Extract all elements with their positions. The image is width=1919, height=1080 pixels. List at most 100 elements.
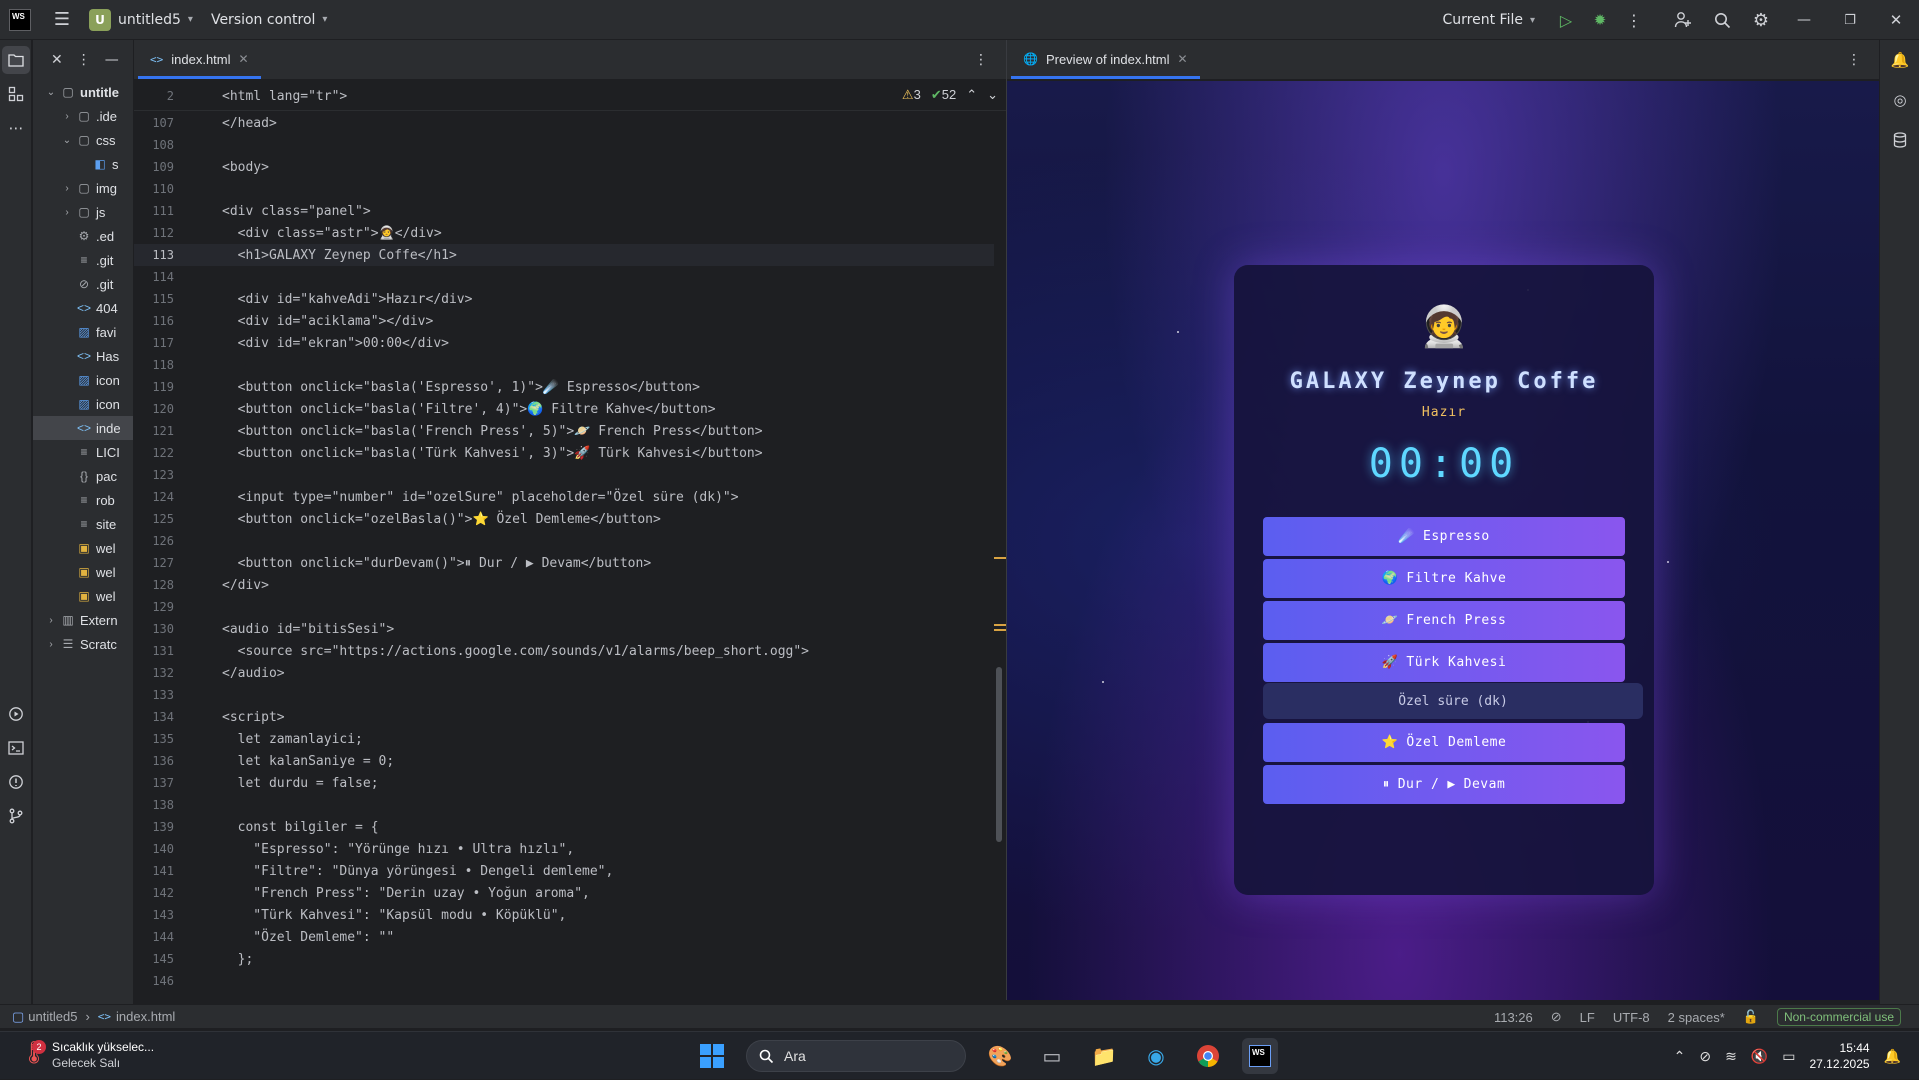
code-line[interactable]: 132</audio> <box>134 662 994 684</box>
weather-widget[interactable]: 🌡2 Sıcaklık yükselec... Gelecek Salı <box>20 1039 154 1071</box>
code-line[interactable]: 138 <box>134 794 994 816</box>
warning-stripe[interactable] <box>994 557 1006 559</box>
tree-item[interactable]: ›▢.ide <box>33 104 133 128</box>
chevron-right-icon[interactable]: › <box>59 183 75 194</box>
minimize-icon[interactable]: — <box>1781 12 1827 28</box>
copilot-icon[interactable]: 🎨 <box>982 1038 1018 1074</box>
tree-item[interactable]: ⊘.git <box>33 272 133 296</box>
close-tab-icon[interactable]: ✕ <box>239 52 249 66</box>
scroll-thumb[interactable] <box>996 667 1002 842</box>
line-ending[interactable]: LF <box>1580 1010 1595 1025</box>
code-line[interactable]: 139 const bilgiler = { <box>134 816 994 838</box>
git-branch-icon[interactable] <box>2 802 30 830</box>
tree-item[interactable]: {}pac <box>33 464 133 488</box>
filter-coffee-button[interactable]: 🌍Filtre Kahve <box>1263 559 1625 598</box>
project-badge[interactable]: U <box>89 9 111 31</box>
tree-item[interactable]: ▨favi <box>33 320 133 344</box>
code-line[interactable]: 130<audio id="bitisSesi"> <box>134 618 994 640</box>
code-line[interactable]: 143 "Türk Kahvesi": "Kapsül modu • Köpük… <box>134 904 994 926</box>
preview-options-icon[interactable]: ⋮ <box>1847 52 1861 68</box>
tab-index-html[interactable]: <> index.html ✕ <box>138 39 261 79</box>
code-line[interactable]: 119 <button onclick="basla('Espresso', 1… <box>134 376 994 398</box>
code-line[interactable]: 107</head> <box>134 112 994 134</box>
code-line[interactable]: 135 let zamanlayici; <box>134 728 994 750</box>
code-line[interactable]: 108 <box>134 134 994 156</box>
database-icon[interactable] <box>1880 120 1919 160</box>
run-config-selector[interactable]: Current File▾ <box>1443 12 1536 28</box>
options-icon[interactable]: ⋮ <box>77 52 91 68</box>
code-line[interactable]: 125 <button onclick="ozelBasla()">⭐ Özel… <box>134 508 994 530</box>
code-line[interactable]: 144 "Özel Demleme": "" <box>134 926 994 948</box>
warning-count[interactable]: ⚠3 <box>902 87 921 103</box>
close-tab-icon[interactable]: ✕ <box>1178 52 1188 66</box>
code-line[interactable]: 123 <box>134 464 994 486</box>
tree-item[interactable]: ›☰Scratc <box>33 632 133 656</box>
webstorm-taskbar-icon[interactable]: WS <box>1242 1038 1278 1074</box>
chevron-right-icon[interactable]: › <box>43 639 59 650</box>
tree-item[interactable]: ▣wel <box>33 560 133 584</box>
settings-gear-icon[interactable]: ⚙ <box>1741 10 1781 31</box>
tree-item[interactable]: ›▢js <box>33 200 133 224</box>
no-inspection-icon[interactable]: ⊘ <box>1551 1009 1562 1025</box>
main-menu-icon[interactable]: ☰ <box>51 9 73 30</box>
tab-preview[interactable]: 🌐 Preview of index.html ✕ <box>1011 39 1200 79</box>
terminal-icon[interactable] <box>2 734 30 762</box>
caret-position[interactable]: 113:26 <box>1494 1010 1533 1025</box>
task-view-icon[interactable]: ▭ <box>1034 1038 1070 1074</box>
code-line[interactable]: 134<script> <box>134 706 994 728</box>
next-highlight-icon[interactable]: ⌄ <box>987 87 998 103</box>
code-line[interactable]: 109<body> <box>134 156 994 178</box>
chevron-down-icon[interactable]: ⌄ <box>43 87 59 98</box>
code-line[interactable]: 113 <h1>GALAXY Zeynep Coffe</h1> <box>134 244 994 266</box>
turkish-coffee-button[interactable]: 🚀Türk Kahvesi <box>1263 643 1625 682</box>
run-icon[interactable]: ▷ <box>1549 11 1583 30</box>
tree-item[interactable]: ◧s <box>33 152 133 176</box>
tree-item[interactable]: ≡site <box>33 512 133 536</box>
code-line[interactable]: 129 <box>134 596 994 618</box>
code-line[interactable]: 111<div class="panel"> <box>134 200 994 222</box>
license-badge[interactable]: Non-commercial use <box>1777 1008 1901 1026</box>
project-switcher[interactable]: untitled5▾ <box>118 12 193 28</box>
tree-item[interactable]: ⚙.ed <box>33 224 133 248</box>
show-hidden-icons-icon[interactable]: ⌃ <box>1674 1048 1686 1065</box>
tree-item[interactable]: ›▢img <box>33 176 133 200</box>
french-press-button[interactable]: 🪐French Press <box>1263 601 1625 640</box>
chevron-right-icon[interactable]: › <box>59 111 75 122</box>
close-window-icon[interactable]: ✕ <box>1873 11 1919 29</box>
vcs-menu[interactable]: Version control▾ <box>211 12 328 28</box>
tree-item[interactable]: ›▥Extern <box>33 608 133 632</box>
hide-panel-icon[interactable]: — <box>105 52 119 68</box>
more-actions-icon[interactable]: ⋮ <box>1617 11 1651 30</box>
tree-item[interactable]: ▣wel <box>33 536 133 560</box>
pause-resume-button[interactable]: ⏸ Dur / ▶ Devam <box>1263 765 1625 804</box>
clock[interactable]: 15:44 27.12.2025 <box>1810 1040 1870 1072</box>
code-line[interactable]: 112 <div class="astr">🧑‍🚀</div> <box>134 222 994 244</box>
code-line[interactable]: 117 <div id="ekran">00:00</div> <box>134 332 994 354</box>
file-explorer-icon[interactable]: 📁 <box>1086 1038 1122 1074</box>
project-tool-folder-icon[interactable] <box>2 46 30 74</box>
tree-item[interactable]: <>Has <box>33 344 133 368</box>
chevron-down-icon[interactable]: ⌄ <box>59 135 75 146</box>
ai-assistant-icon[interactable]: ◎ <box>1880 80 1919 120</box>
tree-item[interactable]: ≡LICI <box>33 440 133 464</box>
problems-icon[interactable] <box>2 768 30 796</box>
search-icon[interactable] <box>1703 12 1741 29</box>
services-icon[interactable] <box>2 700 30 728</box>
taskbar-search[interactable]: Ara <box>746 1040 966 1072</box>
code-line[interactable]: 131 <source src="https://actions.google.… <box>134 640 994 662</box>
readonly-lock-icon[interactable]: 🔓 <box>1743 1009 1759 1025</box>
chevron-right-icon[interactable]: › <box>43 615 59 626</box>
code-line[interactable]: 136 let kalanSaniye = 0; <box>134 750 994 772</box>
espresso-button[interactable]: ☄️Espresso <box>1263 517 1625 556</box>
tree-item[interactable]: <>inde <box>33 416 133 440</box>
code-line[interactable]: 118 <box>134 354 994 376</box>
tree-item[interactable]: ⌄▢css <box>33 128 133 152</box>
file-encoding[interactable]: UTF-8 <box>1613 1010 1650 1025</box>
code-line[interactable]: 120 <button onclick="basla('Filtre', 4)"… <box>134 398 994 420</box>
code-line[interactable]: 137 let durdu = false; <box>134 772 994 794</box>
code-line[interactable]: 142 "French Press": "Derin uzay • Yoğun … <box>134 882 994 904</box>
code-line[interactable]: 124 <input type="number" id="ozelSure" p… <box>134 486 994 508</box>
tree-item[interactable]: ▣wel <box>33 584 133 608</box>
code-line[interactable]: 116 <div id="aciklama"></div> <box>134 310 994 332</box>
inspections-widget[interactable]: ⚠3 ✔52 ⌃ ⌄ <box>902 87 998 103</box>
